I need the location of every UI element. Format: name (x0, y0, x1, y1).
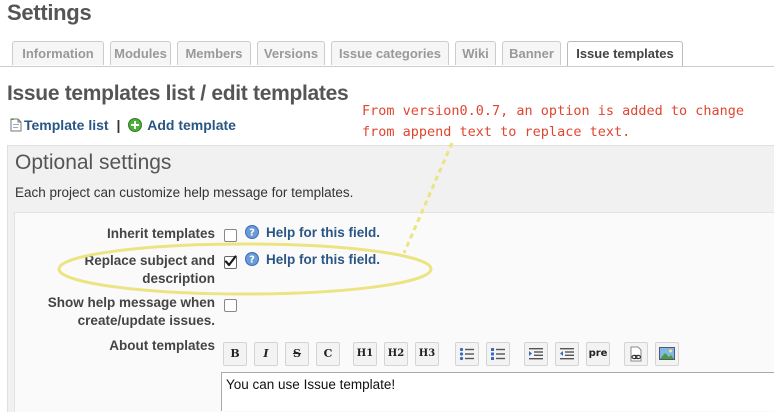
numbered-list-icon (491, 348, 505, 360)
inherit-templates-label: Inherit templates (106, 226, 215, 241)
annotation-line-1: From version0.0.7, an option is added to… (362, 103, 745, 119)
tab-banner[interactable]: Banner (502, 41, 561, 65)
inherit-templates-checkbox[interactable] (224, 229, 237, 242)
code-button[interactable]: C (316, 342, 340, 366)
template-list-link[interactable]: Template list (24, 117, 109, 133)
inherit-help-link[interactable]: ? Help for this field. (245, 225, 380, 240)
tab-issue-categories[interactable]: Issue categories (331, 41, 449, 65)
link-button[interactable] (624, 342, 648, 366)
about-templates-textarea[interactable]: You can use Issue template! (221, 372, 774, 411)
link-icon (630, 346, 642, 362)
replace-subject-label-line1: Replace subject and (84, 253, 215, 268)
page-title: Settings (7, 0, 92, 25)
tab-modules[interactable]: Modules (110, 41, 171, 65)
link-separator: | (116, 117, 121, 133)
template-links: Template list | Add template (10, 117, 236, 133)
image-button[interactable] (655, 342, 679, 366)
heading2-button[interactable]: H2 (384, 342, 408, 366)
svg-text:?: ? (249, 228, 255, 239)
tab-issue-templates[interactable]: Issue templates (567, 41, 683, 67)
replace-subject-checkbox[interactable] (224, 255, 237, 269)
preformatted-button[interactable]: pre (586, 342, 610, 366)
tab-versions[interactable]: Versions (257, 41, 325, 65)
tab-bar: Information Modules Members Versions Iss… (0, 41, 774, 67)
bullet-list-icon (459, 347, 474, 361)
tab-divider (0, 66, 774, 67)
add-template-link[interactable]: Add template (147, 117, 236, 133)
replace-help-text: Help for this field. (266, 252, 381, 267)
heading1-button[interactable]: H1 (353, 342, 377, 366)
about-templates-label: About templates (109, 338, 215, 353)
indent-button[interactable] (524, 342, 548, 366)
image-icon (659, 347, 675, 360)
add-icon (128, 118, 143, 132)
outdent-icon (560, 348, 574, 360)
section-heading: Issue templates list / edit templates (7, 82, 349, 105)
show-help-label-line1: Show help message when (47, 295, 215, 310)
tab-wiki[interactable]: Wiki (455, 41, 496, 65)
replace-subject-label-line2: description (142, 271, 215, 286)
tab-members[interactable]: Members (177, 41, 251, 65)
inherit-help-text: Help for this field. (266, 225, 381, 240)
replace-subject-label: Replace subject and description (15, 252, 215, 288)
indent-icon (529, 348, 543, 360)
optional-settings-heading: Optional settings (15, 151, 172, 174)
outdent-button[interactable] (555, 342, 579, 366)
show-help-checkbox[interactable] (224, 299, 237, 312)
annotation-line-2: from append text to replace text. (362, 124, 631, 140)
heading3-button[interactable]: H3 (415, 342, 439, 366)
numbered-list-button[interactable] (486, 342, 510, 366)
help-icon: ? (245, 225, 259, 239)
italic-button[interactable]: I (254, 342, 278, 366)
show-help-label: Show help message when create/update iss… (15, 294, 215, 330)
help-icon: ? (245, 252, 259, 266)
strikethrough-button[interactable]: S (285, 342, 309, 366)
bullet-list-button[interactable] (455, 342, 479, 366)
replace-help-link[interactable]: ? Help for this field. (245, 252, 380, 267)
optional-settings-description: Each project can customize help message … (15, 185, 354, 200)
bold-button[interactable]: B (223, 342, 247, 366)
show-help-label-line2: create/update issues. (77, 313, 215, 328)
document-icon (10, 118, 22, 132)
callout-annotation: From version0.0.7, an option is added to… (362, 101, 744, 143)
svg-text:?: ? (249, 255, 255, 266)
tab-information[interactable]: Information (12, 41, 104, 65)
